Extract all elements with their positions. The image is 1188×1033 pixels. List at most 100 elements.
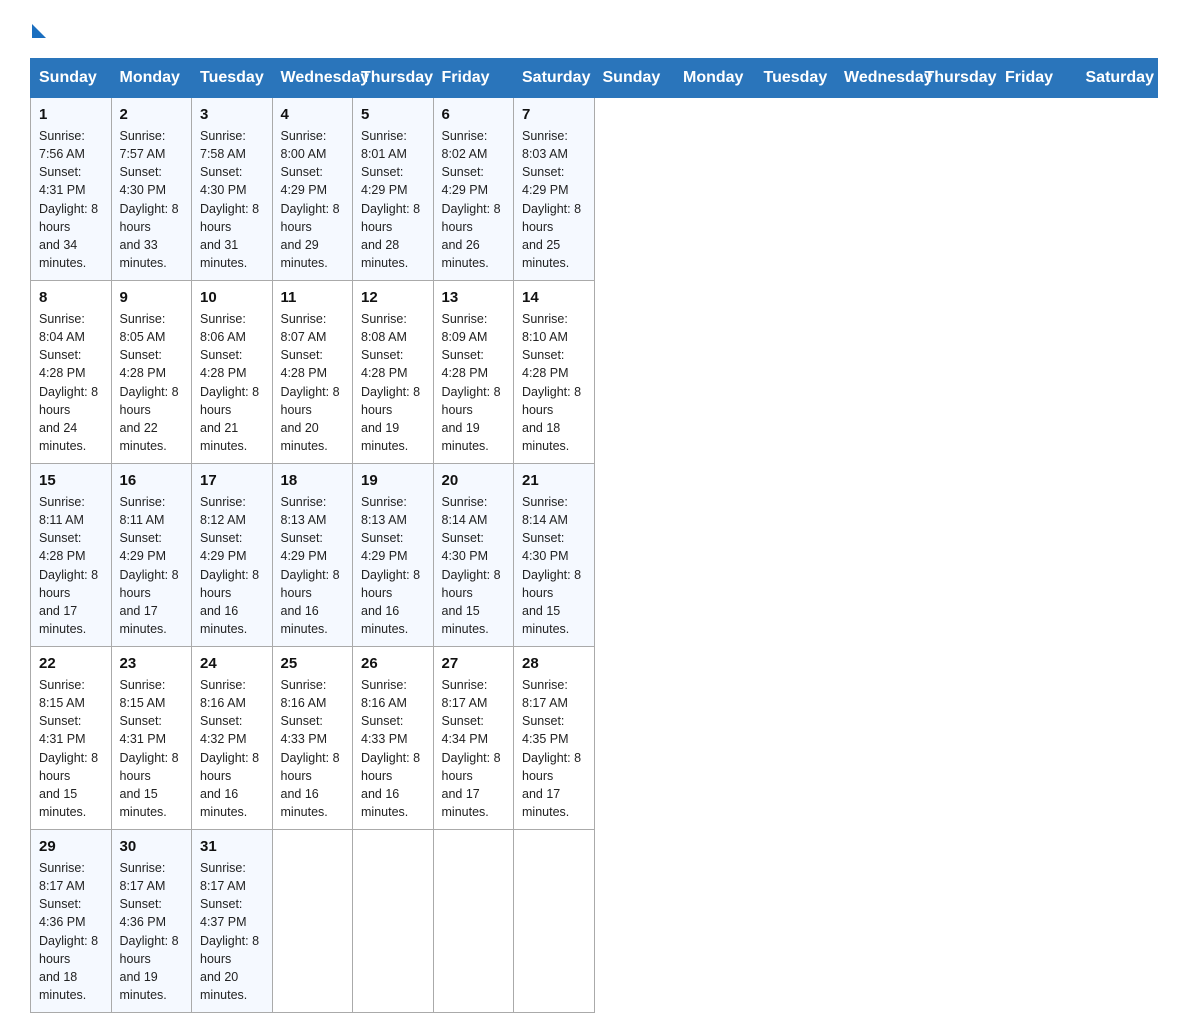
calendar-cell: 3 Sunrise: 7:58 AMSunset: 4:30 PMDaylight… bbox=[192, 98, 273, 281]
day-info: Sunrise: 8:11 AMSunset: 4:28 PMDaylight:… bbox=[39, 493, 103, 638]
calendar-cell: 27 Sunrise: 8:17 AMSunset: 4:34 PMDayligh… bbox=[433, 647, 514, 830]
column-header-thursday: Thursday bbox=[353, 59, 434, 98]
calendar-cell: 12Sunrise: 8:08 AMSunset: 4:28 PMDayligh… bbox=[353, 281, 434, 464]
logo-triangle-icon bbox=[32, 24, 46, 38]
day-number: 24 bbox=[200, 655, 264, 672]
day-number: 15 bbox=[39, 472, 103, 489]
column-header-monday: Monday bbox=[675, 59, 756, 98]
day-info: Sunrise: 8:17 AMSunset: 4:36 PMDaylight:… bbox=[39, 859, 103, 1004]
calendar-cell: 8 Sunrise: 8:04 AMSunset: 4:28 PMDaylight… bbox=[31, 281, 112, 464]
day-info: Sunrise: 7:56 AMSunset: 4:31 PMDaylight:… bbox=[39, 127, 103, 272]
logo-wrapper bbox=[30, 20, 46, 38]
day-number: 11 bbox=[281, 289, 345, 306]
day-info: Sunrise: 8:05 AMSunset: 4:28 PMDaylight:… bbox=[120, 310, 184, 455]
day-info: Sunrise: 8:15 AMSunset: 4:31 PMDaylight:… bbox=[39, 676, 103, 821]
calendar-cell: 23Sunrise: 8:15 AMSunset: 4:31 PMDayligh… bbox=[111, 647, 192, 830]
calendar-cell: 20Sunrise: 8:14 AMSunset: 4:30 PMDayligh… bbox=[433, 464, 514, 647]
day-number: 4 bbox=[281, 106, 345, 123]
column-header-sunday: Sunday bbox=[594, 59, 675, 98]
day-info: Sunrise: 8:17 AMSunset: 4:35 PMDaylight:… bbox=[522, 676, 586, 821]
day-number: 21 bbox=[522, 472, 586, 489]
calendar-cell: 6 Sunrise: 8:02 AMSunset: 4:29 PMDaylight… bbox=[433, 98, 514, 281]
column-header-saturday: Saturday bbox=[514, 59, 595, 98]
calendar-cell: 10Sunrise: 8:06 AMSunset: 4:28 PMDayligh… bbox=[192, 281, 273, 464]
day-info: Sunrise: 8:12 AMSunset: 4:29 PMDaylight:… bbox=[200, 493, 264, 638]
calendar-cell: 4 Sunrise: 8:00 AMSunset: 4:29 PMDaylight… bbox=[272, 98, 353, 281]
day-info: Sunrise: 8:17 AMSunset: 4:37 PMDaylight:… bbox=[200, 859, 264, 1004]
calendar-cell: 14Sunrise: 8:10 AMSunset: 4:28 PMDayligh… bbox=[514, 281, 595, 464]
day-info: Sunrise: 8:13 AMSunset: 4:29 PMDaylight:… bbox=[281, 493, 345, 638]
day-number: 1 bbox=[39, 106, 103, 123]
day-number: 23 bbox=[120, 655, 184, 672]
day-info: Sunrise: 8:04 AMSunset: 4:28 PMDaylight:… bbox=[39, 310, 103, 455]
calendar-cell: 30 Sunrise: 8:17 AMSunset: 4:36 PMDayligh… bbox=[111, 830, 192, 1013]
day-number: 29 bbox=[39, 838, 103, 855]
calendar-cell bbox=[353, 830, 434, 1013]
calendar-cell: 9 Sunrise: 8:05 AMSunset: 4:28 PMDaylight… bbox=[111, 281, 192, 464]
column-header-saturday: Saturday bbox=[1077, 59, 1158, 98]
calendar-cell: 28Sunrise: 8:17 AMSunset: 4:35 PMDayligh… bbox=[514, 647, 595, 830]
day-number: 27 bbox=[442, 655, 506, 672]
day-info: Sunrise: 8:02 AMSunset: 4:29 PMDaylight:… bbox=[442, 127, 506, 272]
logo bbox=[30, 20, 46, 38]
day-info: Sunrise: 8:16 AMSunset: 4:32 PMDaylight:… bbox=[200, 676, 264, 821]
calendar-cell: 19Sunrise: 8:13 AMSunset: 4:29 PMDayligh… bbox=[353, 464, 434, 647]
calendar-cell: 18 Sunrise: 8:13 AMSunset: 4:29 PMDayligh… bbox=[272, 464, 353, 647]
calendar-cell: 5Sunrise: 8:01 AMSunset: 4:29 PMDaylight… bbox=[353, 98, 434, 281]
day-number: 13 bbox=[442, 289, 506, 306]
day-info: Sunrise: 7:57 AMSunset: 4:30 PMDaylight:… bbox=[120, 127, 184, 272]
day-number: 26 bbox=[361, 655, 425, 672]
column-header-tuesday: Tuesday bbox=[192, 59, 273, 98]
calendar-week-row: 1 Sunrise: 7:56 AMSunset: 4:31 PMDaylight… bbox=[31, 98, 1158, 281]
calendar-cell: 29 Sunrise: 8:17 AMSunset: 4:36 PMDayligh… bbox=[31, 830, 112, 1013]
page-header bbox=[30, 20, 1158, 38]
calendar-cell: 25Sunrise: 8:16 AMSunset: 4:33 PMDayligh… bbox=[272, 647, 353, 830]
calendar-week-row: 15 Sunrise: 8:11 AMSunset: 4:28 PMDayligh… bbox=[31, 464, 1158, 647]
column-header-tuesday: Tuesday bbox=[755, 59, 836, 98]
day-info: Sunrise: 7:58 AMSunset: 4:30 PMDaylight:… bbox=[200, 127, 264, 272]
calendar-week-row: 29 Sunrise: 8:17 AMSunset: 4:36 PMDayligh… bbox=[31, 830, 1158, 1013]
calendar-week-row: 22 Sunrise: 8:15 AMSunset: 4:31 PMDayligh… bbox=[31, 647, 1158, 830]
day-info: Sunrise: 8:01 AMSunset: 4:29 PMDaylight:… bbox=[361, 127, 425, 272]
column-header-wednesday: Wednesday bbox=[272, 59, 353, 98]
day-number: 6 bbox=[442, 106, 506, 123]
day-info: Sunrise: 8:17 AMSunset: 4:34 PMDaylight:… bbox=[442, 676, 506, 821]
day-info: Sunrise: 8:06 AMSunset: 4:28 PMDaylight:… bbox=[200, 310, 264, 455]
day-number: 8 bbox=[39, 289, 103, 306]
calendar-cell: 15 Sunrise: 8:11 AMSunset: 4:28 PMDayligh… bbox=[31, 464, 112, 647]
column-header-sunday: Sunday bbox=[31, 59, 112, 98]
calendar-cell: 31 Sunrise: 8:17 AMSunset: 4:37 PMDayligh… bbox=[192, 830, 273, 1013]
day-number: 22 bbox=[39, 655, 103, 672]
day-number: 17 bbox=[200, 472, 264, 489]
calendar-cell bbox=[433, 830, 514, 1013]
day-info: Sunrise: 8:16 AMSunset: 4:33 PMDaylight:… bbox=[361, 676, 425, 821]
logo-row1 bbox=[30, 20, 46, 38]
day-number: 18 bbox=[281, 472, 345, 489]
day-number: 25 bbox=[281, 655, 345, 672]
day-number: 19 bbox=[361, 472, 425, 489]
calendar-table: SundayMondayTuesdayWednesdayThursdayFrid… bbox=[30, 58, 1158, 1013]
day-number: 3 bbox=[200, 106, 264, 123]
calendar-cell: 7Sunrise: 8:03 AMSunset: 4:29 PMDaylight… bbox=[514, 98, 595, 281]
column-header-monday: Monday bbox=[111, 59, 192, 98]
calendar-cell: 21 Sunrise: 8:14 AMSunset: 4:30 PMDayligh… bbox=[514, 464, 595, 647]
day-number: 12 bbox=[361, 289, 425, 306]
calendar-cell: 16 Sunrise: 8:11 AMSunset: 4:29 PMDayligh… bbox=[111, 464, 192, 647]
day-number: 9 bbox=[120, 289, 184, 306]
day-number: 16 bbox=[120, 472, 184, 489]
column-header-wednesday: Wednesday bbox=[836, 59, 917, 98]
calendar-cell: 26 Sunrise: 8:16 AMSunset: 4:33 PMDayligh… bbox=[353, 647, 434, 830]
day-number: 30 bbox=[120, 838, 184, 855]
day-number: 7 bbox=[522, 106, 586, 123]
calendar-cell: 17 Sunrise: 8:12 AMSunset: 4:29 PMDayligh… bbox=[192, 464, 273, 647]
calendar-cell: 24 Sunrise: 8:16 AMSunset: 4:32 PMDayligh… bbox=[192, 647, 273, 830]
day-info: Sunrise: 8:14 AMSunset: 4:30 PMDaylight:… bbox=[522, 493, 586, 638]
day-info: Sunrise: 8:11 AMSunset: 4:29 PMDaylight:… bbox=[120, 493, 184, 638]
day-info: Sunrise: 8:09 AMSunset: 4:28 PMDaylight:… bbox=[442, 310, 506, 455]
day-info: Sunrise: 8:17 AMSunset: 4:36 PMDaylight:… bbox=[120, 859, 184, 1004]
day-number: 20 bbox=[442, 472, 506, 489]
day-number: 31 bbox=[200, 838, 264, 855]
calendar-cell: 13 Sunrise: 8:09 AMSunset: 4:28 PMDayligh… bbox=[433, 281, 514, 464]
day-info: Sunrise: 8:00 AMSunset: 4:29 PMDaylight:… bbox=[281, 127, 345, 272]
day-info: Sunrise: 8:10 AMSunset: 4:28 PMDaylight:… bbox=[522, 310, 586, 455]
